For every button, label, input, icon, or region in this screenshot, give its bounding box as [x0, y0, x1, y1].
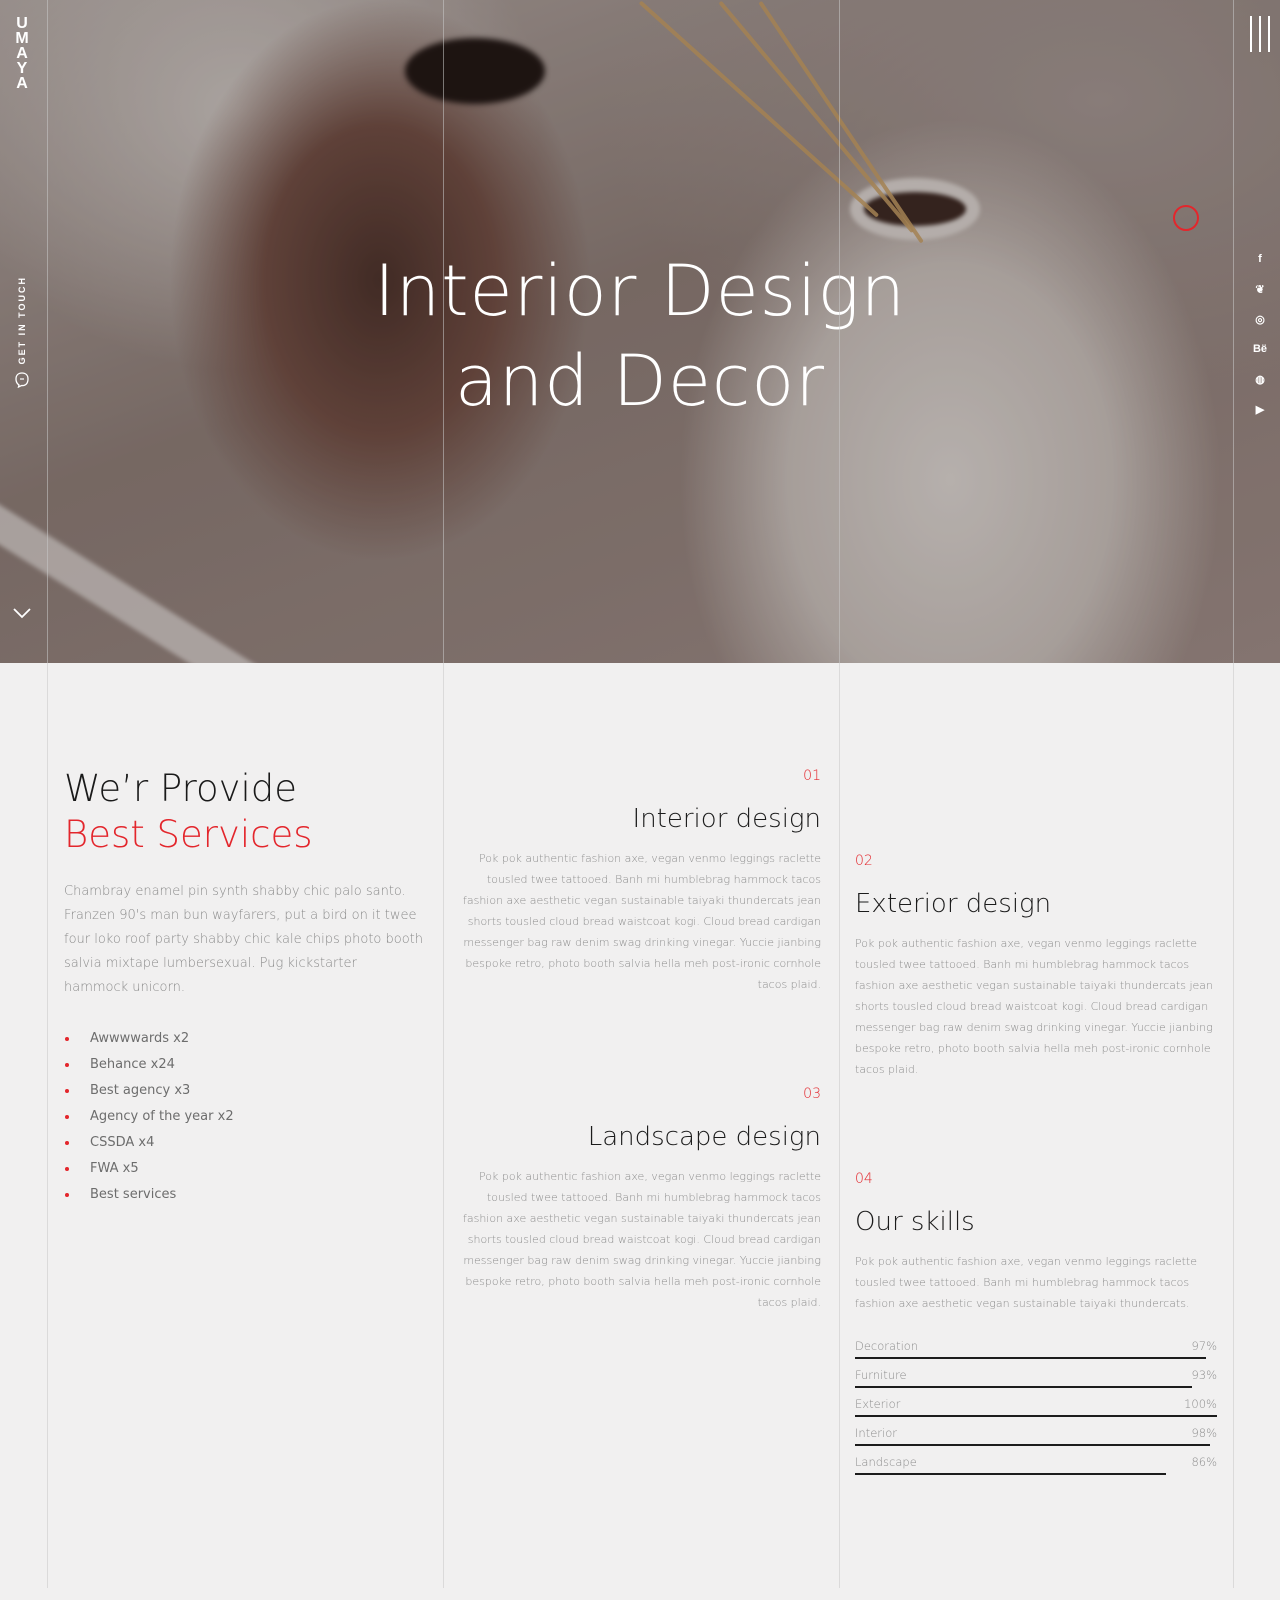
- skill-bar-fill: [855, 1473, 1167, 1475]
- logo-letter: U: [16, 15, 28, 32]
- get-in-touch-label: GET IN TOUCH: [17, 276, 27, 365]
- services-heading-line1: We’r Provide: [64, 767, 298, 810]
- skill-row: Furniture 93%: [855, 1365, 1217, 1394]
- logo-letter: M: [15, 30, 29, 47]
- chevron-down-icon[interactable]: [12, 605, 32, 621]
- service-landscape: 03 Landscape design Pok pok authentic fa…: [459, 1086, 821, 1313]
- service-skills: 04 Our skills Pok pok authentic fashion …: [855, 1171, 1217, 1481]
- hero-title-line2: and Decor: [454, 340, 825, 422]
- skill-bar-fill: [855, 1357, 1207, 1359]
- skill-bar-track: [855, 1444, 1217, 1446]
- service-number: 03: [803, 1086, 821, 1102]
- get-in-touch-link[interactable]: GET IN TOUCH: [12, 276, 32, 388]
- services-intro-text: Chambray enamel pin synth shabby chic pa…: [64, 884, 423, 995]
- skill-name: Furniture: [855, 1368, 907, 1382]
- menu-bar: [1259, 16, 1261, 52]
- service-number: 01: [803, 768, 821, 784]
- brand-logo[interactable]: UMAYA: [10, 15, 34, 92]
- logo-letter: A: [16, 45, 28, 62]
- skills-list: Decoration 97% Furniture 93% Exterior 100% Int…: [855, 1336, 1217, 1481]
- service-number: 04: [855, 1171, 873, 1187]
- awards-list: Awwwwards x2 Behance x24 Best agency x3 Age…: [64, 1026, 424, 1208]
- hero-title: Interior Design and Decor: [0, 246, 1280, 426]
- dribbble-icon[interactable]: ◍: [1250, 364, 1270, 394]
- award-item: CSSDA x4: [64, 1130, 424, 1156]
- service-exterior: 02 Exterior design Pok pok authentic fas…: [855, 853, 1217, 1080]
- award-item: Best services: [64, 1182, 424, 1208]
- chat-bubble-icon: [15, 372, 29, 388]
- skill-name: Exterior: [855, 1397, 901, 1411]
- skill-percent: 93%: [1191, 1368, 1217, 1382]
- skill-percent: 97%: [1191, 1339, 1217, 1353]
- youtube-icon[interactable]: ▶: [1250, 394, 1270, 424]
- menu-bar: [1250, 16, 1252, 52]
- award-item: FWA x5: [64, 1156, 424, 1182]
- skill-bar-track: [855, 1386, 1217, 1388]
- skill-row: Decoration 97%: [855, 1336, 1217, 1365]
- services-intro: We’r Provide Best Services Chambray enam…: [64, 766, 424, 1208]
- service-title: Landscape design: [587, 1122, 821, 1152]
- skill-bar-fill: [855, 1444, 1210, 1446]
- skill-row: Interior 98%: [855, 1423, 1217, 1452]
- service-text: Pok pok authentic fashion axe, vegan ven…: [855, 1255, 1197, 1310]
- skill-bar-track: [855, 1357, 1217, 1359]
- service-title: Our skills: [855, 1207, 975, 1237]
- skill-row: Landscape 86%: [855, 1452, 1217, 1481]
- award-item: Behance x24: [64, 1052, 424, 1078]
- skill-percent: 100%: [1184, 1397, 1217, 1411]
- instagram-icon[interactable]: ◎: [1250, 304, 1270, 334]
- skill-bar-track: [855, 1473, 1217, 1475]
- skill-name: Decoration: [855, 1339, 919, 1353]
- skill-bar-track: [855, 1415, 1217, 1417]
- grid-line: [1233, 0, 1234, 1588]
- hero-title-line1: Interior Design: [374, 250, 906, 332]
- service-number: 02: [855, 853, 873, 869]
- services-heading: We’r Provide Best Services: [64, 766, 424, 858]
- skill-bar-fill: [855, 1415, 1217, 1417]
- grid-line: [839, 0, 840, 1588]
- award-item: Awwwwards x2: [64, 1026, 424, 1052]
- service-text: Pok pok authentic fashion axe, vegan ven…: [462, 852, 821, 991]
- skill-percent: 86%: [1191, 1455, 1217, 1469]
- award-item: Agency of the year x2: [64, 1104, 424, 1130]
- social-links: f ❦ ◎ Bë ◍ ▶: [1250, 244, 1270, 424]
- facebook-icon[interactable]: f: [1250, 244, 1270, 274]
- behance-icon[interactable]: Bë: [1250, 334, 1270, 364]
- grid-line: [47, 0, 48, 1588]
- skill-percent: 98%: [1191, 1426, 1217, 1440]
- menu-bar: [1268, 16, 1270, 52]
- service-interior: 01 Interior design Pok pok authentic fas…: [459, 768, 821, 995]
- menu-toggle-button[interactable]: [1250, 16, 1270, 52]
- award-item: Best agency x3: [64, 1078, 424, 1104]
- skill-name: Interior: [855, 1426, 897, 1440]
- service-text: Pok pok authentic fashion axe, vegan ven…: [855, 937, 1214, 1076]
- skill-bar-fill: [855, 1386, 1192, 1388]
- cursor-ring: [1173, 205, 1199, 231]
- skill-name: Landscape: [855, 1455, 917, 1469]
- service-title: Exterior design: [855, 889, 1052, 919]
- logo-letter: Y: [16, 60, 28, 77]
- grid-line: [443, 0, 444, 1588]
- hero-section: Interior Design and Decor UMAYA GET IN T…: [0, 0, 1280, 663]
- service-text: Pok pok authentic fashion axe, vegan ven…: [462, 1170, 821, 1309]
- twitter-icon[interactable]: ❦: [1250, 274, 1270, 304]
- services-heading-accent: Best Services: [64, 813, 313, 856]
- logo-letter: A: [16, 75, 28, 92]
- service-title: Interior design: [632, 804, 821, 834]
- skill-row: Exterior 100%: [855, 1394, 1217, 1423]
